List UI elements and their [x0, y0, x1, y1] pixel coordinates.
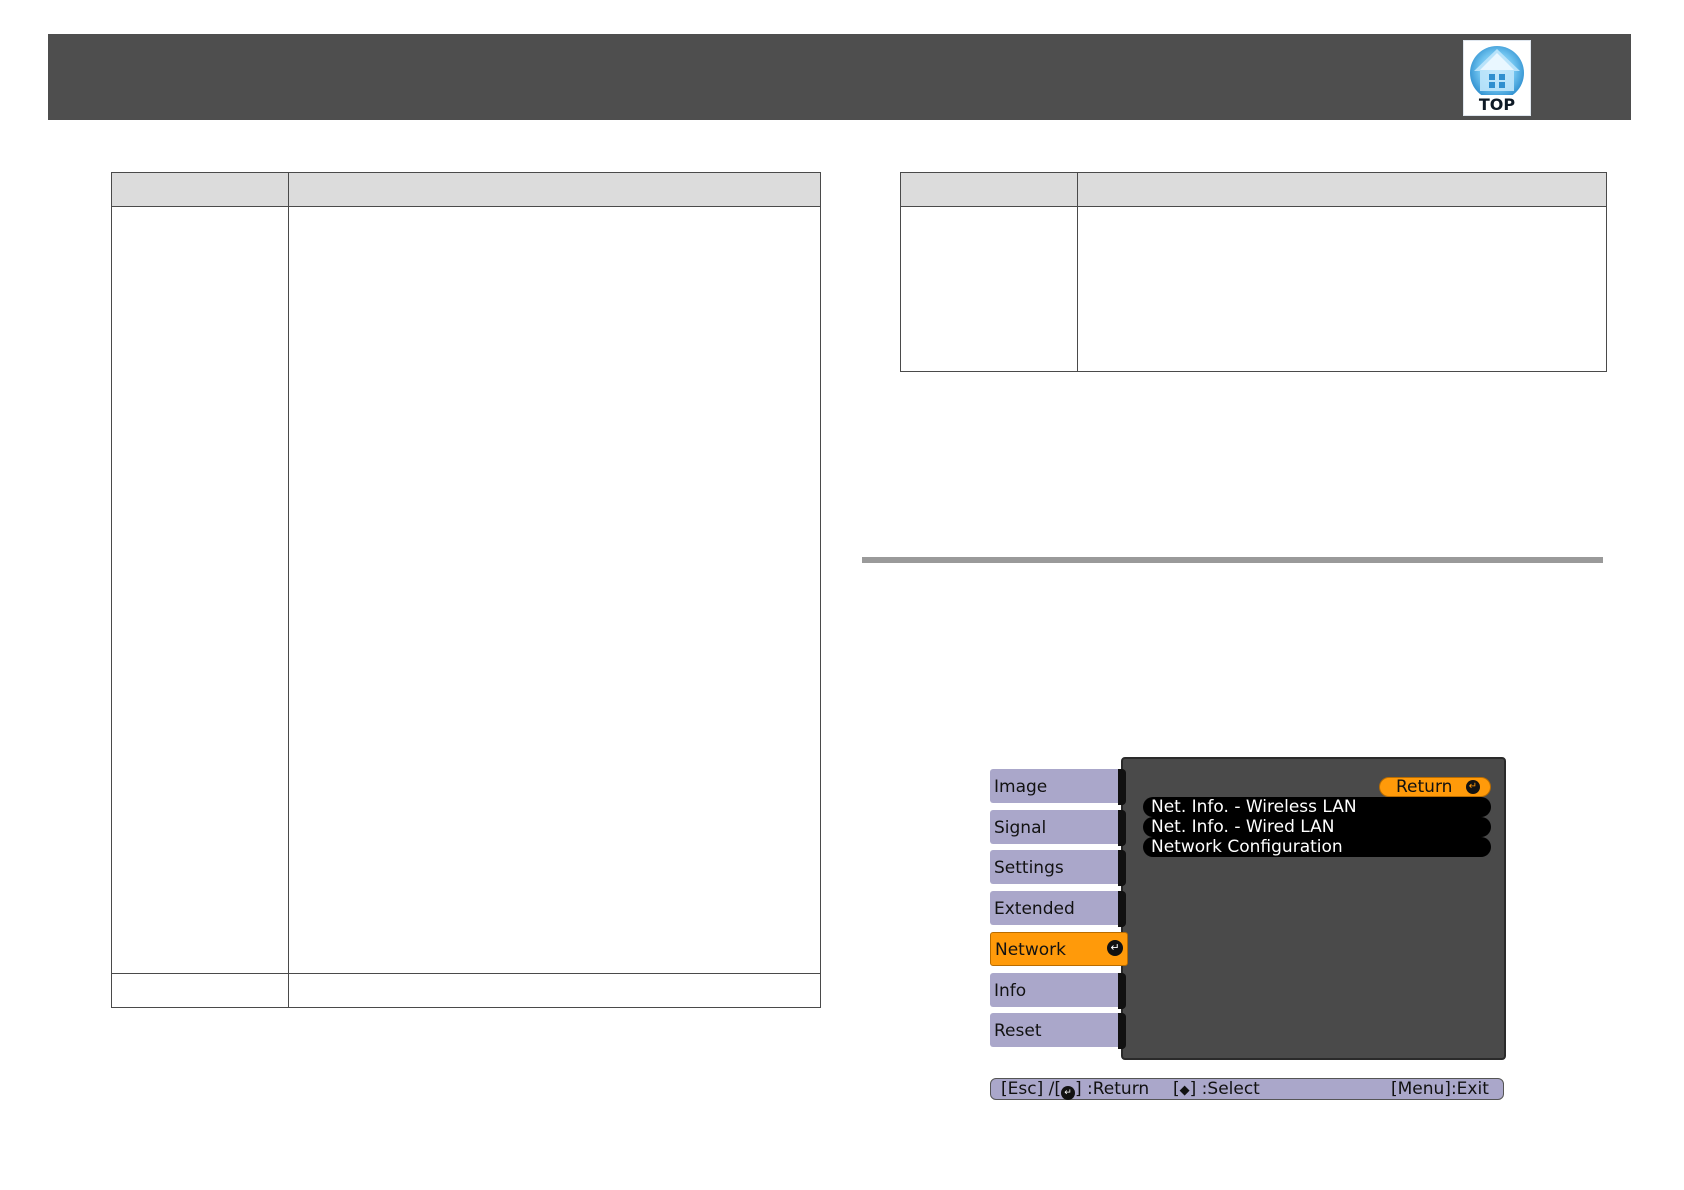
top-label: TOP [1478, 95, 1516, 114]
menu-content-panel: Return ↵ Net. Info. - Wireless LAN Net. … [1121, 757, 1506, 1060]
table-header-cell [900, 172, 1078, 207]
tab-connector [1118, 973, 1126, 1009]
table-row [900, 206, 1607, 372]
tab-connector [1118, 891, 1126, 927]
table-row [111, 206, 821, 974]
tab-connector [1118, 850, 1126, 886]
menu-item-net-info-wired[interactable]: Net. Info. - Wired LAN [1143, 817, 1491, 837]
menu-tab-image[interactable]: Image [990, 769, 1118, 803]
status-select: [◆] :Select [1173, 1079, 1260, 1101]
table-header-row [900, 172, 1607, 207]
menu-tab-label: Extended [994, 899, 1075, 919]
menu-tab-settings[interactable]: Settings [990, 850, 1118, 884]
tab-connector [1118, 769, 1126, 805]
menu-tab-label: Info [994, 981, 1027, 1001]
tab-connector [1118, 810, 1126, 846]
right-table [900, 172, 1607, 372]
table-header-cell [288, 172, 821, 207]
menu-item-net-info-wireless[interactable]: Net. Info. - Wireless LAN [1143, 797, 1491, 817]
menu-tab-network[interactable]: Network ↵ [990, 932, 1128, 966]
table-cell [111, 206, 289, 974]
home-top-icon [1470, 46, 1524, 95]
section-divider [862, 557, 1603, 563]
menu-tab-info[interactable]: Info [990, 973, 1118, 1007]
table-cell [1077, 206, 1607, 372]
menu-tab-label: Signal [994, 818, 1047, 838]
return-label: Return [1396, 777, 1453, 797]
projector-menu: Image Signal Settings Extended Info Rese… [990, 757, 1506, 1103]
enter-icon: ↵ [1060, 1086, 1075, 1100]
table-header-cell [111, 172, 289, 207]
menu-tab-label: Image [994, 777, 1048, 797]
table-cell [900, 206, 1078, 372]
menu-tab-label: Reset [994, 1021, 1042, 1041]
menu-item-label: Net. Info. - Wired LAN [1151, 817, 1335, 837]
table-header-cell [1077, 172, 1607, 207]
table-cell [288, 206, 821, 974]
enter-icon: ↵ [1107, 940, 1123, 956]
menu-tab-signal[interactable]: Signal [990, 810, 1118, 844]
table-row [111, 973, 821, 1008]
status-esc-return: [Esc] /[↵] :Return [1001, 1079, 1149, 1100]
return-button[interactable]: Return ↵ [1379, 777, 1491, 797]
top-home-link[interactable]: TOP [1463, 40, 1531, 116]
menu-item-network-configuration[interactable]: Network Configuration [1143, 837, 1491, 857]
menu-item-label: Network Configuration [1151, 837, 1343, 857]
status-esc-text: [Esc] /[ [1001, 1079, 1061, 1099]
status-return-text: ] :Return [1074, 1079, 1150, 1099]
enter-icon: ↵ [1466, 780, 1480, 794]
menu-status-bar: [Esc] /[↵] :Return [◆] :Select [Menu]:Ex… [990, 1078, 1504, 1100]
menu-tab-label: Settings [994, 858, 1064, 878]
menu-tab-label: Network [995, 940, 1066, 960]
up-down-arrow-icon: ◆ [1179, 1083, 1190, 1098]
status-select-open: [ [1173, 1079, 1180, 1099]
tab-connector [1118, 1013, 1126, 1049]
status-select-text: ] :Select [1189, 1079, 1260, 1099]
left-table [111, 172, 821, 1008]
menu-item-label: Net. Info. - Wireless LAN [1151, 797, 1357, 817]
table-cell [288, 973, 821, 1008]
table-cell [111, 973, 289, 1008]
menu-tab-reset[interactable]: Reset [990, 1013, 1118, 1047]
table-header-row [111, 172, 821, 207]
status-exit: [Menu]:Exit [1391, 1079, 1489, 1099]
menu-tab-extended[interactable]: Extended [990, 891, 1118, 925]
header-bar [48, 34, 1631, 120]
